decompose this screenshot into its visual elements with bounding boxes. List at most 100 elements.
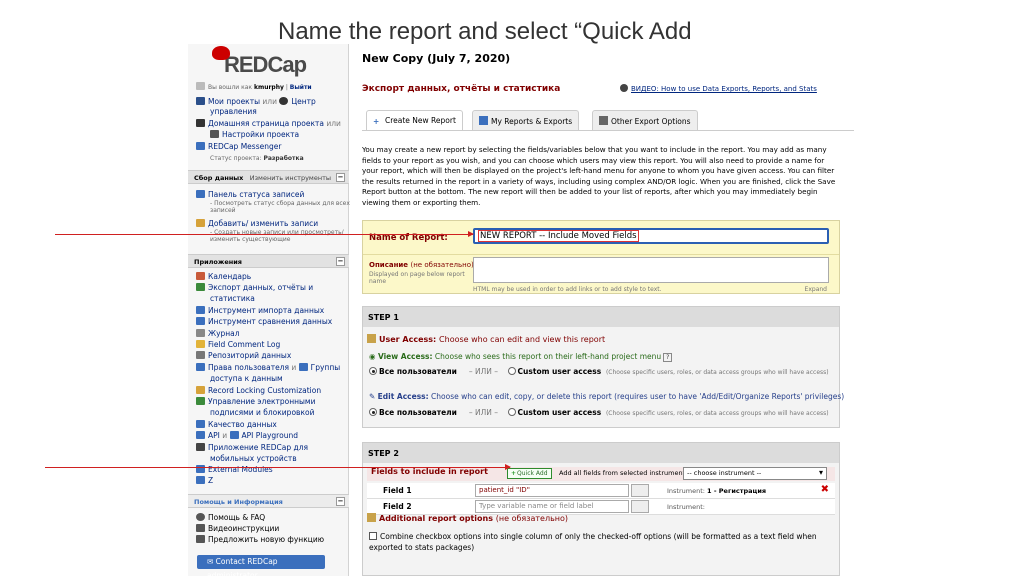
- api-playground-icon: [229, 431, 239, 439]
- username: kmurphy: [253, 84, 284, 91]
- app-api[interactable]: API: [208, 431, 220, 440]
- app-file-repository[interactable]: Репозиторий данных: [208, 351, 291, 360]
- z-icon: [196, 476, 205, 484]
- my-projects-link[interactable]: Мои проекты: [208, 97, 260, 106]
- app-mobile-2[interactable]: мобильных устройств: [210, 454, 297, 464]
- choose-instrument-select[interactable]: -- choose instrument --: [683, 467, 827, 480]
- project-setup-link[interactable]: Настройки проекта: [222, 130, 299, 139]
- record-status-link[interactable]: Панель статуса записей: [208, 190, 304, 199]
- collapse-button[interactable]: −: [336, 497, 345, 506]
- step-1-panel: STEP 1 User Access: Choose who can edit …: [362, 306, 844, 428]
- help-faq-link[interactable]: Помощь & FAQ: [208, 513, 265, 522]
- suggest-icon: [196, 535, 205, 543]
- edit-access: ✎ Edit Access: Choose who can edit, copy…: [369, 392, 845, 401]
- app-esignature-2[interactable]: подписями и блокировкой: [210, 408, 314, 418]
- app-calendar[interactable]: Календарь: [208, 272, 251, 281]
- app-mobile[interactable]: Приложение REDCap для: [208, 443, 308, 452]
- page-title: Экспорт данных, отчёты и статистика: [362, 84, 561, 94]
- app-field-comment-log[interactable]: Field Comment Log: [208, 340, 280, 349]
- expand-link[interactable]: Expand: [805, 286, 827, 293]
- tab-other-export[interactable]: Other Export Options: [592, 110, 698, 130]
- app-z[interactable]: Z: [208, 476, 213, 485]
- video-link[interactable]: ВИДЕО: How to use Data Exports, Reports,…: [620, 84, 817, 93]
- tab-create-new-report[interactable]: + Create New Report: [366, 110, 463, 131]
- project-home-link[interactable]: Домашняя страница проекта: [208, 119, 324, 128]
- edit-instruments-link[interactable]: Изменить инструменты: [250, 174, 331, 182]
- applications-header: Приложения −: [188, 254, 349, 268]
- app-dag[interactable]: Группы: [311, 363, 341, 372]
- comment-icon: [196, 340, 205, 348]
- repository-icon: [196, 351, 205, 359]
- quick-add-button[interactable]: +Quick Add: [507, 468, 552, 479]
- edit-icon: ✎: [369, 392, 378, 401]
- logout-link[interactable]: Выйти: [290, 84, 312, 91]
- app-dag-2[interactable]: доступа к данным: [210, 374, 283, 384]
- slide-title: Name the report and select “Quick Add: [278, 18, 692, 45]
- description-input[interactable]: [473, 257, 829, 283]
- messenger-link[interactable]: REDCap Messenger: [208, 142, 281, 151]
- report-name-input[interactable]: NEW REPORT -- Include Moved Fields: [473, 228, 829, 244]
- data-collection-header: Сбор данных Изменить инструменты −: [188, 170, 349, 184]
- home-icon: [196, 119, 205, 127]
- app-data-import[interactable]: Инструмент импорта данных: [208, 306, 324, 315]
- export-icon: [196, 283, 205, 291]
- edit-all-users-radio[interactable]: [369, 408, 377, 416]
- eye-icon: ◉: [369, 352, 378, 361]
- plus-icon: +: [373, 117, 380, 126]
- login-info: Вы вошли как kmurphy | Выйти: [196, 82, 312, 93]
- description-hint: Displayed on page below report name: [369, 271, 465, 285]
- edit-custom-radio[interactable]: [507, 408, 516, 416]
- user-icon: [196, 363, 205, 371]
- calendar-icon: [196, 272, 205, 280]
- field-2-input[interactable]: Type variable name or field label: [475, 500, 629, 513]
- step-2-header: STEP 2: [363, 443, 839, 463]
- app-data-exports-2[interactable]: статистика: [210, 294, 255, 304]
- field-1-input[interactable]: patient_id "ID": [475, 484, 629, 497]
- data-quality-icon: [196, 420, 205, 428]
- app-api-playground[interactable]: API Playground: [242, 431, 298, 440]
- description-help: HTML may be used in order to add links o…: [473, 286, 662, 293]
- projects-icon: [196, 97, 205, 105]
- app-data-quality[interactable]: Качество данных: [208, 420, 277, 429]
- fields-toolbar: Fields to include in report +Quick Add A…: [367, 467, 835, 481]
- view-custom-radio[interactable]: [507, 367, 516, 375]
- control-center-link[interactable]: Центр: [291, 97, 315, 106]
- app-user-rights[interactable]: Права пользователя: [208, 363, 289, 372]
- delete-field-icon[interactable]: ✖: [821, 484, 829, 495]
- videos-link[interactable]: Видеоинструкции: [208, 524, 279, 533]
- step-2-panel: STEP 2 Fields to include in report +Quic…: [362, 442, 840, 576]
- app-esignature[interactable]: Управление электронными: [208, 397, 315, 406]
- help-button[interactable]: ?: [663, 353, 673, 362]
- help-icon: [196, 513, 205, 521]
- field-2-instrument: Instrument:: [667, 503, 705, 511]
- project-title: New Copy (July 7, 2020): [362, 52, 511, 65]
- list-icon: [210, 130, 219, 138]
- import-icon: [196, 306, 205, 314]
- view-all-users-radio[interactable]: [369, 367, 377, 375]
- mobile-icon: [196, 443, 205, 451]
- api-icon: [196, 431, 205, 439]
- view-access: ◉ View Access: Choose who sees this repo…: [369, 352, 673, 362]
- control-center-link-2[interactable]: управления: [210, 107, 257, 117]
- export-options-icon: [599, 116, 608, 125]
- additional-options-title: Additional report options (не обязательн…: [367, 513, 568, 523]
- contact-admin-button[interactable]: ✉ Contact REDCap administrator: [197, 555, 325, 576]
- video-icon: [196, 524, 205, 532]
- user-access-title: User Access: Choose who can edit and vie…: [367, 334, 605, 344]
- group-icon: [298, 363, 308, 371]
- redcap-logo[interactable]: REDCap: [212, 46, 307, 78]
- collapse-button[interactable]: −: [336, 257, 345, 266]
- field-2-picker-button[interactable]: [631, 500, 649, 513]
- add-edit-records-link[interactable]: Добавить/ изменить записи: [208, 219, 318, 228]
- suggest-link[interactable]: Предложить новую функцию: [208, 535, 324, 544]
- app-record-locking[interactable]: Record Locking Customization: [208, 386, 321, 395]
- tab-my-reports[interactable]: My Reports & Exports: [472, 110, 580, 130]
- app-data-exports[interactable]: Экспорт данных, отчёты и: [208, 283, 313, 292]
- combine-checkbox[interactable]: [369, 532, 377, 540]
- field-2-label: Field 2: [383, 502, 412, 511]
- app-data-compare[interactable]: Инструмент сравнения данных: [208, 317, 332, 326]
- collapse-button[interactable]: −: [336, 173, 345, 182]
- field-1-picker-button[interactable]: [631, 484, 649, 497]
- app-logging[interactable]: Журнал: [208, 329, 240, 338]
- options-icon: [367, 513, 376, 522]
